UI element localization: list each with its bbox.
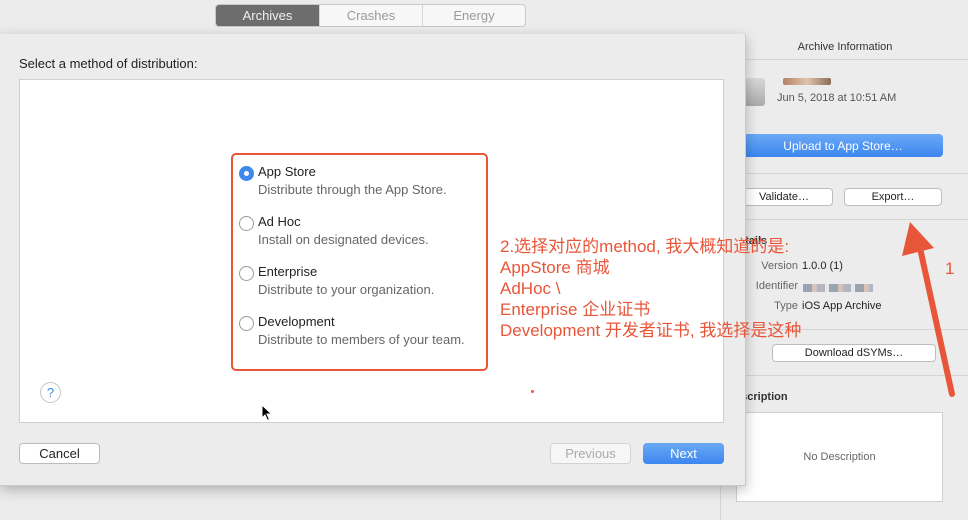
distribution-sheet: Select a method of distribution: App Sto… <box>0 34 801 486</box>
option-label: Ad Hoc <box>258 214 301 229</box>
tab-crashes[interactable]: Crashes <box>319 5 422 26</box>
version-value: 1.0.0 (1) <box>802 260 843 272</box>
annotation-line: AppStore 商城 <box>500 258 610 277</box>
annotation-dot <box>531 390 534 393</box>
archive-icon <box>743 78 765 106</box>
tab-energy[interactable]: Energy <box>422 5 525 26</box>
description-field[interactable]: No Description <box>736 412 943 502</box>
tab-bar: Archives Crashes Energy <box>215 4 526 27</box>
option-description: Distribute to members of your team. <box>258 332 465 347</box>
identifier-value-redacted <box>803 284 873 292</box>
archive-name-redacted <box>783 78 831 85</box>
option-description: Distribute to your organization. <box>258 282 435 297</box>
annotation-arrow-icon <box>902 222 955 397</box>
option-label: App Store <box>258 164 316 179</box>
radio-enterprise[interactable] <box>239 266 254 281</box>
upload-to-app-store-button[interactable]: Upload to App Store… <box>743 134 943 157</box>
inspector-header: Archive Information <box>721 34 968 60</box>
tab-archives[interactable]: Archives <box>216 5 319 26</box>
option-description: Install on designated devices. <box>258 232 429 247</box>
annotation-line: AdHoc \ <box>500 279 561 298</box>
radio-app-store[interactable] <box>239 166 254 181</box>
method-panel: App Store Distribute through the App Sto… <box>19 79 801 423</box>
option-label: Development <box>258 314 335 329</box>
option-description: Distribute through the App Store. <box>258 182 447 197</box>
annotation-line: Enterprise 企业证书 <box>500 300 651 319</box>
mouse-cursor-icon <box>261 404 273 422</box>
archive-date: Jun 5, 2018 at 10:51 AM <box>777 92 897 104</box>
previous-button[interactable]: Previous <box>550 443 631 464</box>
annotation-number: 1 <box>945 259 955 278</box>
option-label: Enterprise <box>258 264 318 279</box>
radio-development[interactable] <box>239 316 254 331</box>
type-value: iOS App Archive <box>802 300 882 312</box>
cancel-button[interactable]: Cancel <box>19 443 100 464</box>
annotation-line: 2.选择对应的method, 我大概知道的是: <box>500 237 790 256</box>
sheet-title: Select a method of distribution: <box>19 56 198 71</box>
next-button[interactable]: Next <box>643 443 724 464</box>
export-button[interactable]: Export… <box>844 188 942 206</box>
annotation-line: Development 开发者证书, 我选择是这种 <box>500 321 802 340</box>
radio-ad-hoc[interactable] <box>239 216 254 231</box>
validate-button[interactable]: Validate… <box>735 188 833 206</box>
divider <box>721 173 968 174</box>
help-button[interactable]: ? <box>40 382 61 403</box>
description-placeholder: No Description <box>803 451 876 463</box>
annotation-text: 2.选择对应的method, 我大概知道的是: AppStore 商城 AdHo… <box>500 236 801 341</box>
